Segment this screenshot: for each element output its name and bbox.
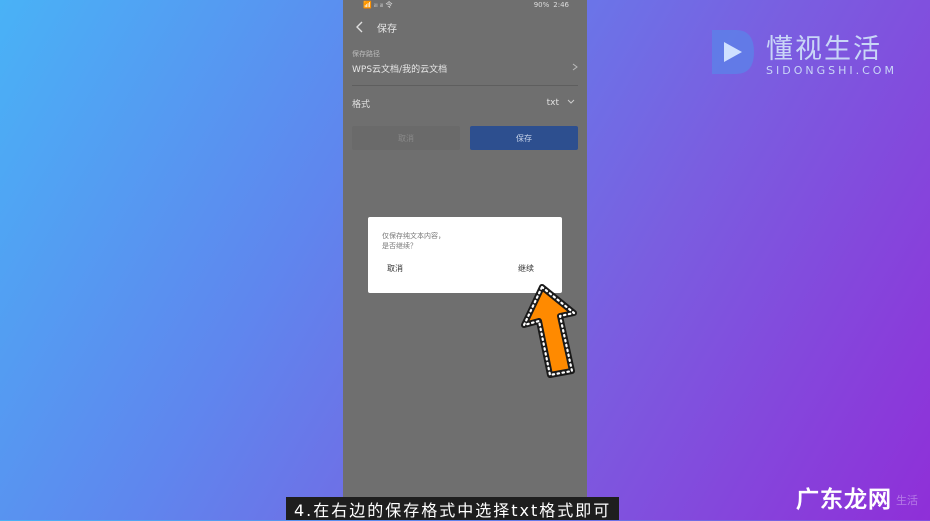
save-path-label: 保存路径	[352, 50, 380, 58]
save-button[interactable]: 保存	[470, 126, 578, 150]
subtitle-caption: 4.在右边的保存格式中选择txt格式即可	[286, 497, 620, 520]
pointer-arrow-icon	[521, 284, 577, 378]
divider	[352, 85, 578, 86]
status-bar: 📶 ᵢₗₗ ᵢₗₗ 令 90% 2:46	[343, 0, 587, 10]
save-path-section[interactable]: 保存路径 WPS云文档/我的云文档	[343, 49, 587, 86]
signal-indicators: 📶 ᵢₗₗ ᵢₗₗ 令	[363, 1, 393, 9]
watermark-sub: 生活	[896, 494, 918, 507]
dialog-message-line1: 仅保存纯文本内容，	[382, 232, 445, 240]
title-bar: 保存	[343, 10, 587, 44]
format-selector[interactable]: 格式 txt	[343, 88, 587, 118]
clock: 2:46	[553, 1, 569, 9]
format-value: txt	[546, 98, 559, 108]
play-logo-icon	[712, 30, 754, 74]
chevron-down-icon	[567, 98, 575, 108]
dialog-cancel-button[interactable]: 取消	[387, 263, 403, 274]
save-path-value: WPS云文档/我的云文档	[352, 64, 448, 75]
watermark-main: 广东龙网	[796, 487, 892, 513]
chevron-right-icon	[572, 63, 578, 74]
brand-logo: 懂视生活 SIDONGSHI.COM	[706, 26, 897, 78]
dialog-message-line2: 是否继续？	[382, 242, 417, 250]
dialog-continue-button[interactable]: 继续	[518, 263, 534, 274]
back-arrow-icon[interactable]	[353, 20, 367, 34]
page-title: 保存	[377, 23, 397, 35]
logo-english-text: SIDONGSHI.COM	[766, 64, 897, 77]
action-buttons: 取消 保存	[343, 126, 587, 150]
logo-chinese-text: 懂视生活	[766, 34, 882, 65]
confirm-dialog: 仅保存纯文本内容， 是否继续？ 取消 继续	[368, 217, 562, 293]
cancel-button[interactable]: 取消	[352, 126, 460, 150]
phone-screen: 📶 ᵢₗₗ ᵢₗₗ 令 90% 2:46 保存 保存路径 WPS云文档/我的云文…	[343, 0, 587, 520]
format-label: 格式	[352, 99, 371, 110]
battery-level: 90%	[533, 1, 550, 9]
watermark: 广东龙网 生活	[796, 480, 918, 514]
